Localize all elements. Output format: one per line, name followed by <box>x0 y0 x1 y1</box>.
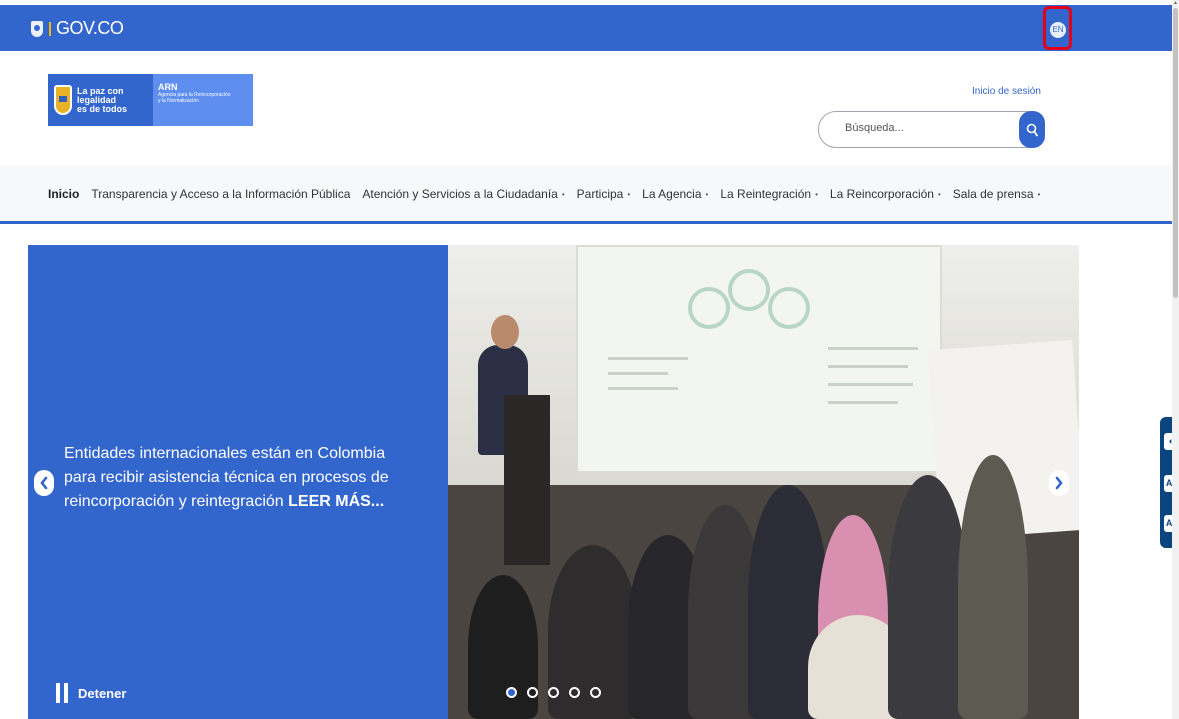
nav-item-1[interactable]: Transparencia y Acceso a la Información … <box>91 187 350 201</box>
dropdown-caret-icon: • <box>937 189 941 199</box>
hero-image <box>448 245 1079 719</box>
pause-button[interactable]: Detener <box>56 683 126 703</box>
carousel-dot[interactable] <box>590 687 601 698</box>
read-more-link[interactable]: LEER MÁS... <box>288 493 384 510</box>
projection-screen <box>576 245 942 473</box>
chevron-left-icon <box>40 476 48 490</box>
pause-label: Detener <box>78 685 127 701</box>
nav-item-label: La Reincorporación <box>829 187 934 201</box>
page-scrollbar[interactable]: ▲ <box>1172 0 1179 719</box>
chevron-right-icon <box>1055 476 1063 490</box>
gov-co-text: GOV.CO <box>56 18 124 38</box>
dropdown-caret-icon: • <box>561 189 565 199</box>
nav-item-label: Participa <box>576 187 624 201</box>
carousel-dot[interactable] <box>548 687 559 698</box>
gov-top-bar: GOV.CO EN <box>0 5 1172 51</box>
hero-headline[interactable]: Entidades internacionales están en Colom… <box>64 442 404 514</box>
nav-item-0[interactable]: Inicio <box>48 187 79 201</box>
pause-icon <box>64 683 68 703</box>
nav-list: Inicio Transparencia y Acceso a la Inform… <box>48 187 1052 201</box>
arn-logo[interactable]: La paz con legalidad es de todos ARN Age… <box>48 74 253 126</box>
search-icon <box>1026 123 1038 136</box>
dropdown-caret-icon: • <box>705 189 709 199</box>
carousel-dot[interactable] <box>569 687 580 698</box>
logo-slogan-line: es de todos <box>77 103 128 114</box>
hero-text-panel: Entidades internacionales están en Colom… <box>28 245 448 719</box>
nav-item-label: Transparencia y Acceso a la Información … <box>91 187 351 201</box>
nav-item-5[interactable]: La Reintegración • <box>720 187 818 201</box>
logo-separator <box>49 21 51 36</box>
nav-item-label: La Reintegración <box>720 187 812 201</box>
speaker-head <box>491 315 519 349</box>
colombia-crest-icon <box>54 85 72 115</box>
search-box <box>818 111 1045 148</box>
colombia-shield-icon <box>31 20 43 37</box>
logo-subtitle-line: y la Normalización <box>158 98 199 104</box>
language-en-button[interactable]: EN <box>1050 22 1066 38</box>
main-nav: Inicio Transparencia y Acceso a la Inform… <box>0 166 1172 224</box>
language-highlight: EN <box>1043 6 1072 50</box>
gov-co-logo[interactable]: GOV.CO <box>31 18 124 39</box>
podium <box>504 395 550 565</box>
nav-item-4[interactable]: La Agencia • <box>642 187 708 201</box>
scrollbar-thumb[interactable] <box>1173 8 1178 298</box>
carousel-dot[interactable] <box>506 687 517 698</box>
nav-item-label: Inicio <box>48 187 80 201</box>
logo-slogan: La paz con legalidad es de todos <box>77 86 128 114</box>
nav-item-7[interactable]: Sala de prensa • <box>953 187 1041 201</box>
dropdown-caret-icon: • <box>627 189 631 199</box>
carousel-dot[interactable] <box>527 687 538 698</box>
logo-title: ARN <box>158 82 178 92</box>
nav-item-label: Atención y Servicios a la Ciudadanía <box>362 187 558 201</box>
nav-item-label: Sala de prensa <box>952 187 1034 201</box>
dropdown-caret-icon: • <box>815 189 818 199</box>
pause-icon <box>56 683 60 703</box>
carousel-next-button[interactable] <box>1049 470 1069 496</box>
scroll-up-icon[interactable]: ▲ <box>1173 0 1178 6</box>
arn-logo-left: La paz con legalidad es de todos <box>48 74 153 126</box>
search-button[interactable] <box>1019 111 1045 148</box>
login-link[interactable]: Inicio de sesión <box>972 86 1041 97</box>
search-input[interactable] <box>845 122 1015 134</box>
carousel-indicators <box>506 687 611 698</box>
carousel-prev-button[interactable] <box>34 470 54 496</box>
dropdown-caret-icon: • <box>1037 189 1041 199</box>
nav-item-label: La Agencia <box>642 187 702 201</box>
hero-carousel: Entidades internacionales están en Colom… <box>28 245 1079 719</box>
nav-item-3[interactable]: Participa • <box>577 187 631 201</box>
nav-item-2[interactable]: Atención y Servicios a la Ciudadanía • <box>362 187 564 201</box>
arn-logo-right: ARN Agencia para la Reincorporación y la… <box>153 74 253 126</box>
nav-item-6[interactable]: La Reincorporación • <box>830 187 941 201</box>
